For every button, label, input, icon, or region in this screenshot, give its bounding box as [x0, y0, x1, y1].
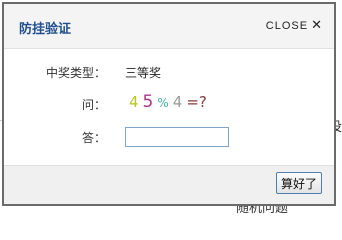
close-icon[interactable]: ✕ [311, 19, 322, 32]
answer-input[interactable] [125, 127, 229, 147]
dialog-titlebar: 防挂验证 CLOSE ✕ [4, 4, 334, 49]
question-row: 问： 4 5% 4 =? [4, 92, 334, 116]
dialog-body: 中奖类型： 三等奖 问： 4 5% 4 =? 答： [4, 49, 334, 167]
dialog-title: 防挂验证 [19, 22, 72, 37]
prize-type-value: 三等奖 [125, 66, 162, 80]
dialog-footer: 算好了 [4, 165, 334, 204]
captcha-char: 5 [142, 92, 154, 112]
answer-row: 答： [4, 125, 334, 149]
answer-label: 答： [81, 131, 106, 145]
close-button[interactable]: CLOSE ✕ [266, 19, 322, 32]
captcha-question-image: 4 5% 4 =? [129, 92, 211, 116]
prize-type-row: 中奖类型： 三等奖 [4, 60, 334, 84]
close-label[interactable]: CLOSE [266, 20, 308, 32]
captcha-char: % [157, 96, 169, 110]
anti-bot-verification-dialog: 防挂验证 CLOSE ✕ 中奖类型： 三等奖 问： 4 5% 4 =? 答： 算好了 [2, 2, 336, 206]
captcha-char: 4 [129, 93, 139, 111]
submit-answer-button[interactable]: 算好了 [275, 172, 322, 194]
question-label: 问： [81, 98, 106, 112]
captcha-char: =? [186, 93, 207, 111]
captcha-char: 4 [172, 93, 183, 111]
prize-type-label: 中奖类型： [45, 66, 106, 80]
